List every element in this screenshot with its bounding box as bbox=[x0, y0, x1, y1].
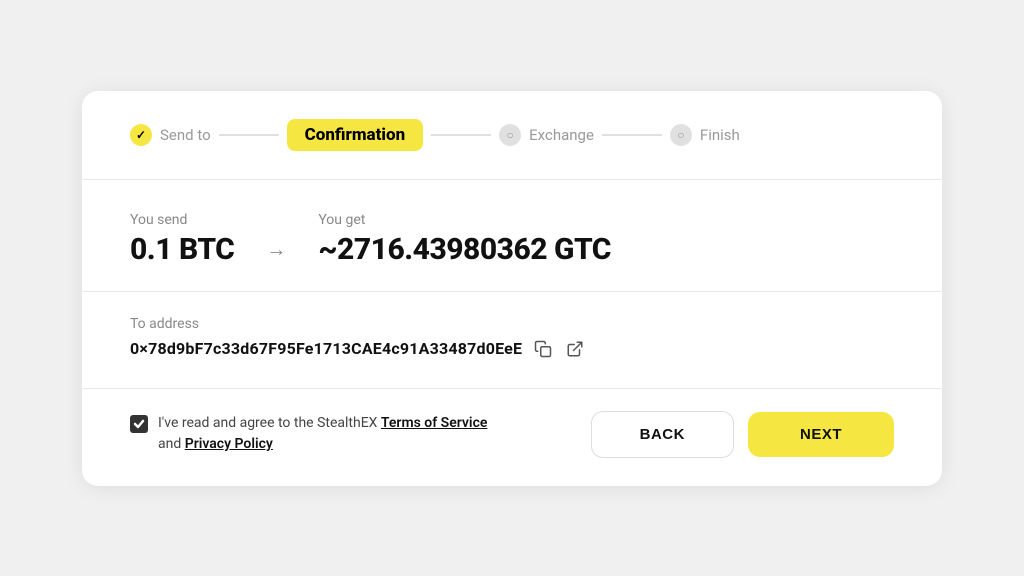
terms-link[interactable]: Terms of Service bbox=[381, 415, 487, 431]
address-label: To address bbox=[130, 316, 894, 332]
connector-3 bbox=[602, 134, 662, 136]
terms-checkbox[interactable] bbox=[130, 415, 148, 433]
connector-1 bbox=[219, 134, 279, 136]
back-button[interactable]: BACK bbox=[591, 411, 734, 458]
next-button[interactable]: NEXT bbox=[748, 412, 894, 457]
stepper: ✓ Send to Confirmation ○ Exchange ○ Fini… bbox=[82, 91, 942, 180]
step-exchange-icon: ○ bbox=[499, 124, 521, 146]
step-exchange-label: Exchange bbox=[529, 126, 594, 144]
address-row: 0×78d9bF7c33d67F95Fe1713CAE4c91A33487d0E… bbox=[130, 338, 894, 360]
get-label: You get bbox=[318, 212, 611, 228]
step-finish-icon: ○ bbox=[670, 124, 692, 146]
address-value: 0×78d9bF7c33d67F95Fe1713CAE4c91A33487d0E… bbox=[130, 339, 522, 358]
get-amount: ~2716.43980362 GTC bbox=[318, 232, 611, 267]
step-confirmation: Confirmation bbox=[287, 119, 424, 151]
privacy-link[interactable]: Privacy Policy bbox=[185, 436, 273, 452]
step-exchange: ○ Exchange bbox=[499, 124, 594, 146]
external-link-button[interactable] bbox=[564, 338, 586, 360]
get-col: You get ~2716.43980362 GTC bbox=[318, 212, 611, 267]
buttons-row: BACK NEXT bbox=[591, 411, 894, 458]
arrow-icon: → bbox=[266, 237, 286, 262]
step-finish-label: Finish bbox=[700, 126, 740, 144]
send-amount: 0.1 BTC bbox=[130, 232, 234, 267]
main-card: ✓ Send to Confirmation ○ Exchange ○ Fini… bbox=[82, 91, 942, 486]
send-label: You send bbox=[130, 212, 234, 228]
terms-row: I've read and agree to the StealthEX Ter… bbox=[130, 413, 490, 455]
connector-2 bbox=[431, 134, 491, 136]
step-send-to-icon: ✓ bbox=[130, 124, 152, 146]
step-send-to: ✓ Send to bbox=[130, 124, 211, 146]
footer-section: I've read and agree to the StealthEX Ter… bbox=[82, 389, 942, 486]
step-finish: ○ Finish bbox=[670, 124, 740, 146]
step-confirmation-label: Confirmation bbox=[287, 119, 424, 151]
exchange-row: You send 0.1 BTC → You get ~2716.4398036… bbox=[130, 212, 894, 267]
copy-address-button[interactable] bbox=[532, 338, 554, 360]
terms-text: I've read and agree to the StealthEX Ter… bbox=[158, 413, 490, 455]
exchange-section: You send 0.1 BTC → You get ~2716.4398036… bbox=[82, 180, 942, 292]
send-col: You send 0.1 BTC bbox=[130, 212, 234, 267]
step-send-to-label: Send to bbox=[160, 126, 211, 144]
address-section: To address 0×78d9bF7c33d67F95Fe1713CAE4c… bbox=[82, 292, 942, 389]
